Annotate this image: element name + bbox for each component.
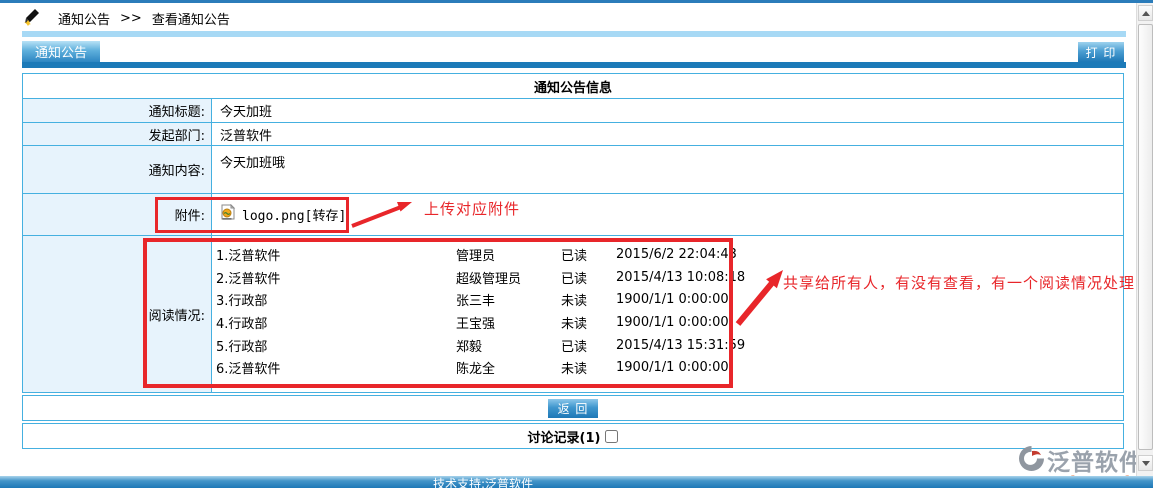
reading-num: 1. [216, 249, 228, 264]
discussion-checkbox[interactable] [605, 430, 618, 443]
return-row: 返 回 [22, 395, 1124, 421]
reading-status: 未读 [561, 358, 616, 377]
reading-name: 郑毅 [456, 336, 561, 355]
attachment-label: 附件: [23, 194, 212, 235]
reading-name: 超级管理员 [456, 268, 561, 287]
reading-time: 2015/6/2 22:04:43 [616, 247, 1123, 262]
content-label: 通知内容: [23, 146, 212, 193]
reading-status: 未读 [561, 313, 616, 332]
reading-dept: 行政部 [228, 317, 267, 332]
reading-dept: 行政部 [228, 294, 267, 309]
scroll-down-button[interactable] [1138, 455, 1153, 471]
table-title: 通知公告信息 [23, 74, 1123, 99]
fanpu-logo-icon [1018, 445, 1045, 476]
reading-status: 未读 [561, 290, 616, 309]
reading-time: 1900/1/1 0:00:00 [616, 360, 1123, 375]
reading-row: 6.泛普软件 陈龙全 未读 1900/1/1 0:00:00 [216, 356, 1123, 379]
page: 通知公告 >> 查看通知公告 通知公告 打 印 通知公告信息 通知标题: 今天加… [0, 0, 1153, 488]
reading-name: 管理员 [456, 245, 561, 264]
reading-time: 2015/4/13 15:31:59 [616, 338, 1123, 353]
title-value: 今天加班 [212, 99, 1123, 122]
row-attachment: 附件: logo.png[转存] [23, 194, 1123, 236]
reading-dept: 泛普软件 [228, 362, 280, 377]
breadcrumb: 通知公告 >> 查看通知公告 [22, 8, 230, 28]
reading-time: 1900/1/1 0:00:00 [616, 315, 1123, 330]
reading-num: 2. [216, 272, 228, 287]
discussion-label: 讨论记录(1) [528, 427, 601, 446]
title-label: 通知标题: [23, 99, 212, 122]
reading-name: 王宝强 [456, 313, 561, 332]
reading-status: 已读 [561, 245, 616, 264]
content-value: 今天加班哦 [212, 146, 1123, 193]
image-file-icon [220, 204, 236, 225]
reading-dept: 泛普软件 [228, 249, 280, 264]
reading-num: 3. [216, 294, 228, 309]
scrollbar-thumb[interactable] [1138, 24, 1153, 450]
breadcrumb-section: 通知公告 [58, 9, 110, 28]
pen-icon [22, 8, 42, 28]
reading-annotation: 共享给所有人，有没有查看，有一个阅读情况处理 [783, 272, 1135, 293]
reading-row: 4.行政部 王宝强 未读 1900/1/1 0:00:00 [216, 311, 1123, 334]
attachment-annotation: 上传对应附件 [424, 198, 520, 219]
attachment-link[interactable]: logo.png[转存] [220, 204, 346, 225]
reading-name: 张三丰 [456, 290, 561, 309]
watermark-brand: 泛普软件 [1047, 443, 1143, 477]
reading-num: 5. [216, 340, 228, 355]
scroll-up-icon [1142, 11, 1150, 16]
reading-dept: 泛普软件 [228, 272, 280, 287]
reading-num: 6. [216, 362, 228, 377]
scroll-up-button[interactable] [1138, 5, 1153, 21]
scroll-down-icon [1142, 461, 1150, 466]
reading-row: 1.泛普软件 管理员 已读 2015/6/2 22:04:43 [216, 243, 1123, 266]
row-department: 发起部门: 泛普软件 [23, 123, 1123, 146]
tab-bar-underline [22, 62, 1126, 68]
reading-num: 4. [216, 317, 228, 332]
breadcrumb-divider [22, 31, 1126, 37]
reading-row: 5.行政部 郑毅 已读 2015/4/13 15:31:59 [216, 334, 1123, 357]
tab-notice[interactable]: 通知公告 [22, 41, 100, 62]
reading-dept: 行政部 [228, 340, 267, 355]
vertical-scrollbar[interactable] [1136, 3, 1153, 476]
reading-list: 1.泛普软件 管理员 已读 2015/6/2 22:04:43 2.泛普软件 超… [212, 236, 1123, 392]
reading-name: 陈龙全 [456, 358, 561, 377]
row-content: 通知内容: 今天加班哦 [23, 146, 1123, 194]
reading-time: 1900/1/1 0:00:00 [616, 292, 1123, 307]
reading-label: 阅读情况: [23, 236, 212, 392]
discussion-row: 讨论记录(1) [22, 423, 1124, 449]
department-value: 泛普软件 [212, 123, 1123, 145]
top-divider [0, 0, 1153, 3]
footer-support-text: 技术支持:泛普软件 [433, 475, 533, 488]
reading-status: 已读 [561, 268, 616, 287]
breadcrumb-page: 查看通知公告 [152, 9, 230, 28]
breadcrumb-separator: >> [120, 11, 142, 26]
print-button[interactable]: 打 印 [1078, 42, 1124, 62]
department-label: 发起部门: [23, 123, 212, 145]
row-reading-status: 阅读情况: 1.泛普软件 管理员 已读 2015/6/2 22:04:43 2.… [23, 236, 1123, 392]
return-button[interactable]: 返 回 [548, 399, 598, 418]
row-title: 通知标题: 今天加班 [23, 99, 1123, 123]
footer-bar: 技术支持:泛普软件 [0, 476, 1153, 488]
reading-status: 已读 [561, 336, 616, 355]
notice-info-table: 通知公告信息 通知标题: 今天加班 发起部门: 泛普软件 通知内容: 今天加班哦… [22, 73, 1124, 393]
attachment-filename: logo.png[转存] [242, 205, 346, 224]
